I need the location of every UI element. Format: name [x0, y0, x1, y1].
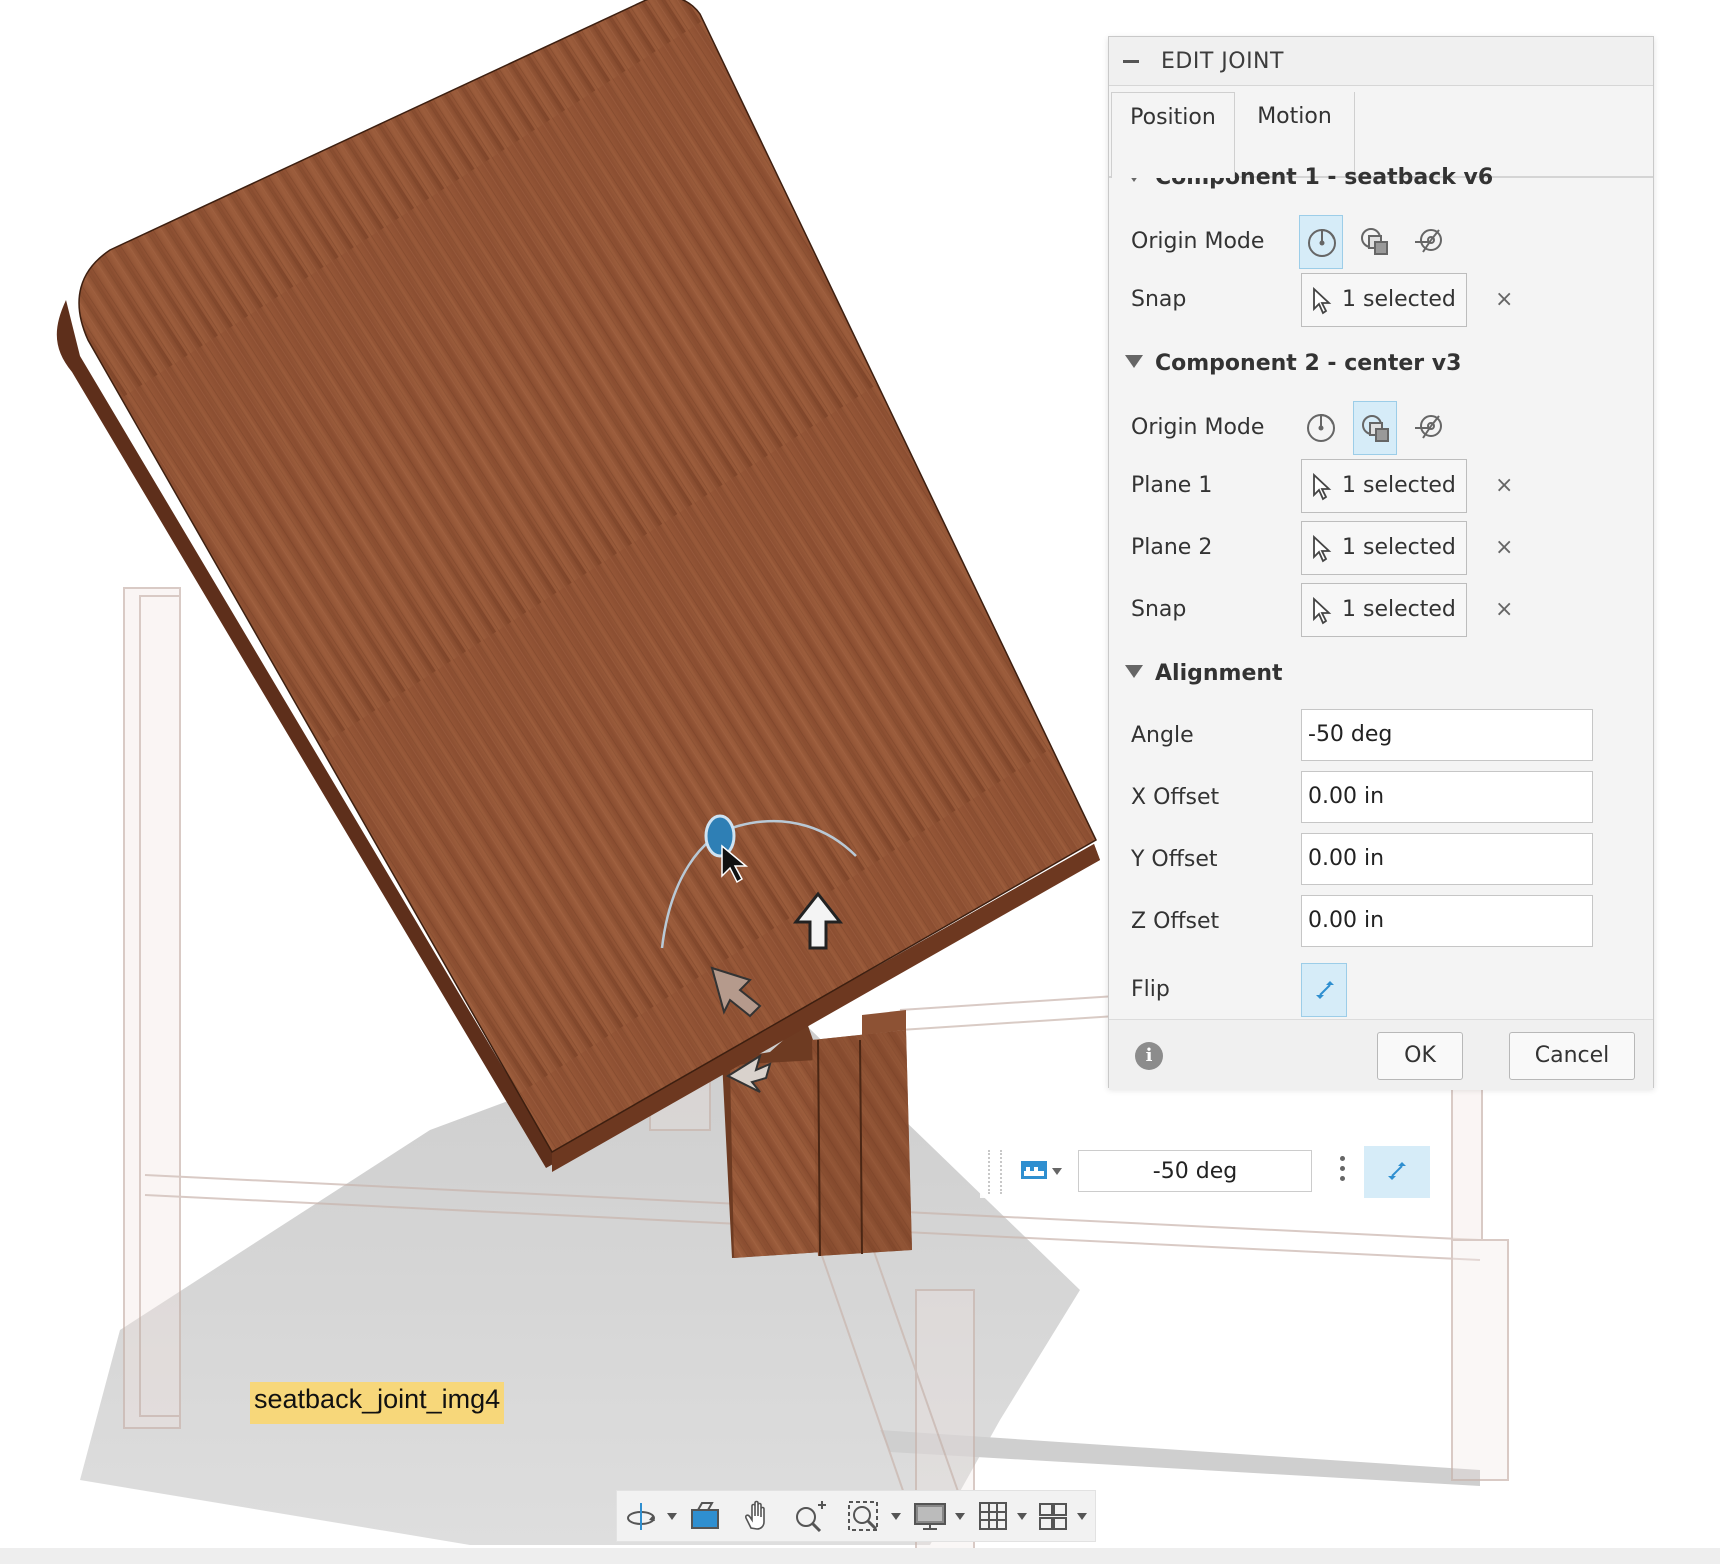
pan-icon: [745, 1500, 765, 1530]
plane1-value: 1 selected: [1342, 473, 1456, 498]
grid-icon: [979, 1502, 1007, 1530]
look-at-icon: [691, 1502, 719, 1529]
zoom-icon: [796, 1501, 826, 1532]
expand-triangle-icon: [1125, 665, 1143, 678]
panel-header: EDIT JOINT: [1109, 37, 1653, 86]
plane2-value: 1 selected: [1342, 535, 1456, 560]
fit-icon: [848, 1501, 878, 1531]
clear-snap-1-icon[interactable]: ×: [1495, 287, 1513, 312]
look-at-button[interactable]: [689, 1491, 723, 1541]
panel-title: EDIT JOINT: [1161, 49, 1284, 74]
tab-position[interactable]: Position: [1111, 92, 1235, 178]
alignment-heading: Alignment: [1155, 661, 1283, 686]
y-offset-input[interactable]: 0.00 in: [1301, 833, 1593, 885]
panel-footer: i OK Cancel: [1109, 1019, 1653, 1090]
display-settings-button[interactable]: [913, 1491, 949, 1541]
cancel-button[interactable]: Cancel: [1509, 1032, 1635, 1080]
viewports-icon: [1039, 1503, 1067, 1530]
plane1-select[interactable]: 1 selected: [1301, 459, 1467, 513]
image-caption-label: seatback_joint_img4: [250, 1382, 505, 1424]
component2-header[interactable]: Component 2 - center v3: [1125, 351, 1461, 376]
angle-input[interactable]: -50 deg: [1301, 709, 1593, 761]
between-two-faces-button-1[interactable]: [1353, 215, 1397, 269]
angle-widget-input[interactable]: -50 deg: [1078, 1150, 1312, 1192]
clear-snap-2-icon[interactable]: ×: [1495, 597, 1513, 622]
component2-heading: Component 2 - center v3: [1155, 351, 1462, 376]
simple-origin-icon: [1308, 228, 1336, 257]
chevron-down-icon[interactable]: [1077, 1513, 1087, 1520]
snap-select-1[interactable]: 1 selected: [1301, 273, 1467, 327]
grid-button[interactable]: [977, 1491, 1011, 1541]
ok-button[interactable]: OK: [1377, 1032, 1463, 1080]
flip-button[interactable]: [1301, 963, 1347, 1017]
navigation-toolbar: [616, 1490, 1096, 1542]
status-bar: [0, 1548, 1720, 1564]
expand-triangle-icon: [1125, 355, 1143, 368]
two-edge-intersection-button-2[interactable]: [1407, 401, 1451, 455]
chevron-down-icon[interactable]: [667, 1513, 677, 1520]
angle-manipulator-widget: -50 deg: [980, 1146, 1430, 1198]
info-icon[interactable]: i: [1135, 1042, 1163, 1070]
chevron-down-icon[interactable]: [1052, 1168, 1062, 1175]
simple-origin-button-1[interactable]: [1299, 215, 1343, 269]
simple-origin-icon: [1307, 413, 1335, 442]
angle-mode-icon[interactable]: [1020, 1158, 1048, 1182]
two-edge-intersection-icon: [1415, 415, 1442, 439]
fit-button[interactable]: [847, 1491, 883, 1541]
display-settings-icon: [914, 1503, 946, 1530]
snap-label-2: Snap: [1131, 597, 1187, 622]
origin-mode-label-2: Origin Mode: [1131, 415, 1265, 440]
clear-plane2-icon[interactable]: ×: [1495, 535, 1513, 560]
chevron-down-icon[interactable]: [891, 1513, 901, 1520]
chevron-down-icon[interactable]: [1017, 1513, 1027, 1520]
plane1-label: Plane 1: [1131, 473, 1213, 498]
edit-joint-panel: EDIT JOINT Position Motion Component 1 -…: [1108, 36, 1654, 1090]
orbit-icon: [627, 1503, 655, 1530]
plane2-select[interactable]: 1 selected: [1301, 521, 1467, 575]
clear-plane1-icon[interactable]: ×: [1495, 473, 1513, 498]
y-offset-label: Y Offset: [1131, 847, 1218, 872]
plane2-label: Plane 2: [1131, 535, 1213, 560]
cursor-arrow-icon: [1313, 287, 1332, 315]
snap-value-2: 1 selected: [1342, 597, 1456, 622]
flip-icon: [1316, 981, 1334, 999]
z-offset-label: Z Offset: [1131, 909, 1220, 934]
seatback-top: [78, 0, 1097, 1154]
chevron-down-icon[interactable]: [955, 1513, 965, 1520]
tab-motion[interactable]: Motion: [1235, 92, 1355, 176]
simple-origin-button-2[interactable]: [1299, 401, 1343, 455]
z-offset-input[interactable]: 0.00 in: [1301, 895, 1593, 947]
cursor-arrow-icon: [1313, 473, 1332, 501]
cursor-arrow-icon: [1313, 535, 1332, 563]
alignment-header[interactable]: Alignment: [1125, 661, 1283, 686]
cursor-arrow-icon: [1313, 597, 1332, 625]
flip-icon: [1388, 1162, 1406, 1180]
flip-label: Flip: [1131, 977, 1170, 1002]
collapse-icon[interactable]: [1123, 60, 1139, 63]
snap-value-1: 1 selected: [1342, 287, 1456, 312]
pan-button[interactable]: [741, 1491, 775, 1541]
widget-flip-button[interactable]: [1364, 1146, 1430, 1198]
snap-label-1: Snap: [1131, 287, 1187, 312]
more-options-icon[interactable]: [1340, 1156, 1346, 1186]
zoom-button[interactable]: [793, 1491, 829, 1541]
drag-grip-icon[interactable]: [988, 1150, 1002, 1194]
between-two-faces-icon: [1362, 415, 1389, 442]
viewports-button[interactable]: [1037, 1491, 1071, 1541]
between-two-faces-button-2[interactable]: [1353, 401, 1397, 455]
x-offset-input[interactable]: 0.00 in: [1301, 771, 1593, 823]
two-edge-intersection-button-1[interactable]: [1407, 215, 1451, 269]
angle-label: Angle: [1131, 723, 1194, 748]
between-two-faces-icon: [1361, 228, 1388, 255]
snap-select-2[interactable]: 1 selected: [1301, 583, 1467, 637]
orbit-button[interactable]: [625, 1491, 659, 1541]
x-offset-label: X Offset: [1131, 785, 1220, 810]
two-edge-intersection-icon: [1415, 229, 1442, 253]
origin-mode-label-1: Origin Mode: [1131, 229, 1265, 254]
